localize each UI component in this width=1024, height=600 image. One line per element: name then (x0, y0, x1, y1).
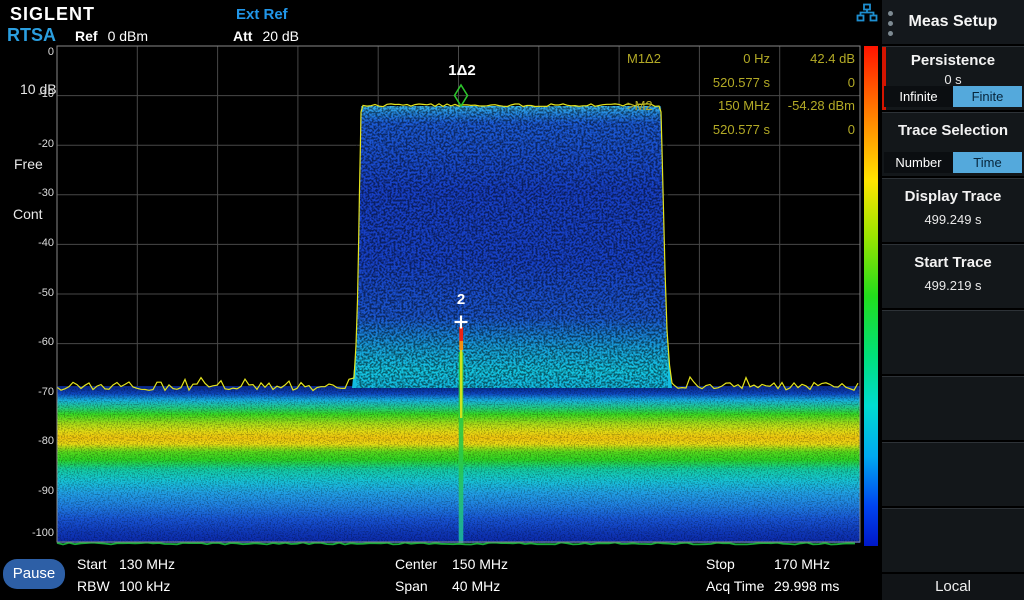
toggle-time[interactable]: Time (953, 152, 1022, 173)
y-axis-label: -100 (4, 527, 54, 539)
y-axis-label: -40 (4, 237, 54, 249)
sweep-mode-label: Cont (13, 206, 43, 222)
y-axis-label: -10 (4, 88, 54, 100)
y-axis-label: -80 (4, 435, 54, 447)
lan-icon (856, 3, 878, 23)
softkey-empty (882, 442, 1024, 506)
trigger-mode-label: Free (14, 156, 43, 172)
panel-title: Meas Setup (882, 0, 1024, 44)
persistence-toggle: Infinite Finite (884, 86, 1022, 107)
marker-table-row: 520.577 s 0 (558, 71, 858, 95)
softkey-empty (882, 376, 1024, 440)
softkey-persistence[interactable]: Persistence 0 s Infinite Finite (882, 46, 1024, 110)
y-axis-label: -30 (4, 187, 54, 199)
ext-ref-status: Ext Ref (236, 6, 288, 23)
attenuation-readout: Att 20 dB (233, 28, 299, 44)
marker-table-row: >M2 150 MHz -54.28 dBm (558, 94, 858, 118)
brand-logo: SIGLENT (10, 4, 95, 25)
delta-marker-label: 1Δ2 (444, 62, 480, 79)
ref-label: Ref (75, 28, 98, 44)
y-axis-label: -90 (4, 485, 54, 497)
y-axis-label: -60 (4, 336, 54, 348)
y-axis-label: -70 (4, 386, 54, 398)
pause-button[interactable]: Pause (3, 559, 65, 589)
toggle-finite[interactable]: Finite (953, 86, 1022, 107)
menu-dots-icon (888, 11, 893, 36)
center-span-group: Center150 MHz Span40 MHz (395, 556, 508, 595)
marker2-label: 2 (454, 291, 468, 308)
softkey-empty (882, 508, 1024, 572)
local-button[interactable]: Local (882, 574, 1024, 600)
freq-readout-group: Start130 MHz RBW100 kHz (77, 556, 175, 595)
y-axis-label: 0 (4, 46, 54, 58)
color-scale-bar (864, 46, 878, 546)
att-value: 20 dB (262, 28, 299, 44)
mode-label: RTSA (7, 25, 56, 46)
toggle-infinite[interactable]: Infinite (884, 86, 953, 107)
cw-spike (459, 327, 464, 543)
y-axis-label: -50 (4, 287, 54, 299)
softkey-empty (882, 310, 1024, 374)
trace-selection-toggle: Number Time (884, 152, 1022, 173)
rtsa-screen: SIGLENT Ext Ref RTSA Ref 0 dBm Att 20 dB… (0, 0, 1024, 600)
softkey-start-trace[interactable]: Start Trace 499.219 s (882, 244, 1024, 308)
softkey-display-trace[interactable]: Display Trace 499.249 s (882, 178, 1024, 242)
y-axis-label: -20 (4, 138, 54, 150)
att-label: Att (233, 28, 252, 44)
stop-acq-group: Stop170 MHz Acq Time29.998 ms (706, 556, 839, 595)
ref-level-readout: Ref 0 dBm (75, 28, 148, 44)
ref-value: 0 dBm (108, 28, 148, 44)
toggle-number[interactable]: Number (884, 152, 953, 173)
softkey-panel: Meas Setup Persistence 0 s Infinite Fini… (882, 0, 1024, 600)
panel-header: Meas Setup (882, 0, 1024, 44)
marker-table-row: 520.577 s 0 (558, 118, 858, 142)
softkey-trace-selection[interactable]: Trace Selection Number Time (882, 112, 1024, 176)
marker-table: M1Δ2 0 Hz 42.4 dB 520.577 s 0 >M2 150 MH… (558, 47, 858, 141)
spectrum-display (0, 0, 1024, 600)
marker-table-row: M1Δ2 0 Hz 42.4 dB (558, 47, 858, 71)
